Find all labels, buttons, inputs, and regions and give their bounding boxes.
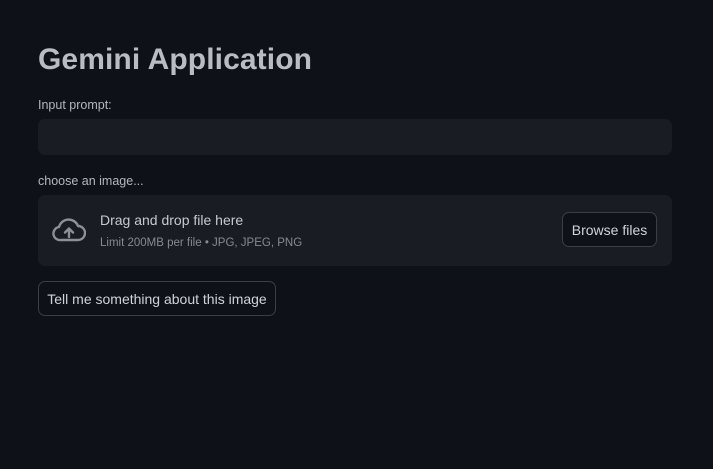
dropzone-instructions: Drag and drop file here	[100, 212, 244, 228]
page-title: Gemini Application	[38, 43, 313, 76]
browse-files-button[interactable]: Browse files	[562, 212, 657, 247]
prompt-input[interactable]	[38, 119, 672, 155]
file-limit-text: Limit 200MB per file • JPG, JPEG, PNG	[100, 237, 303, 249]
cloud-upload-icon	[52, 216, 87, 244]
describe-image-button[interactable]: Tell me something about this image	[38, 281, 276, 316]
app-page: Gemini Application Input prompt: choose …	[0, 0, 713, 469]
prompt-label: Input prompt:	[38, 98, 112, 112]
image-upload-label: choose an image...	[38, 174, 144, 188]
file-dropzone[interactable]: Drag and drop file here Limit 200MB per …	[38, 195, 672, 266]
